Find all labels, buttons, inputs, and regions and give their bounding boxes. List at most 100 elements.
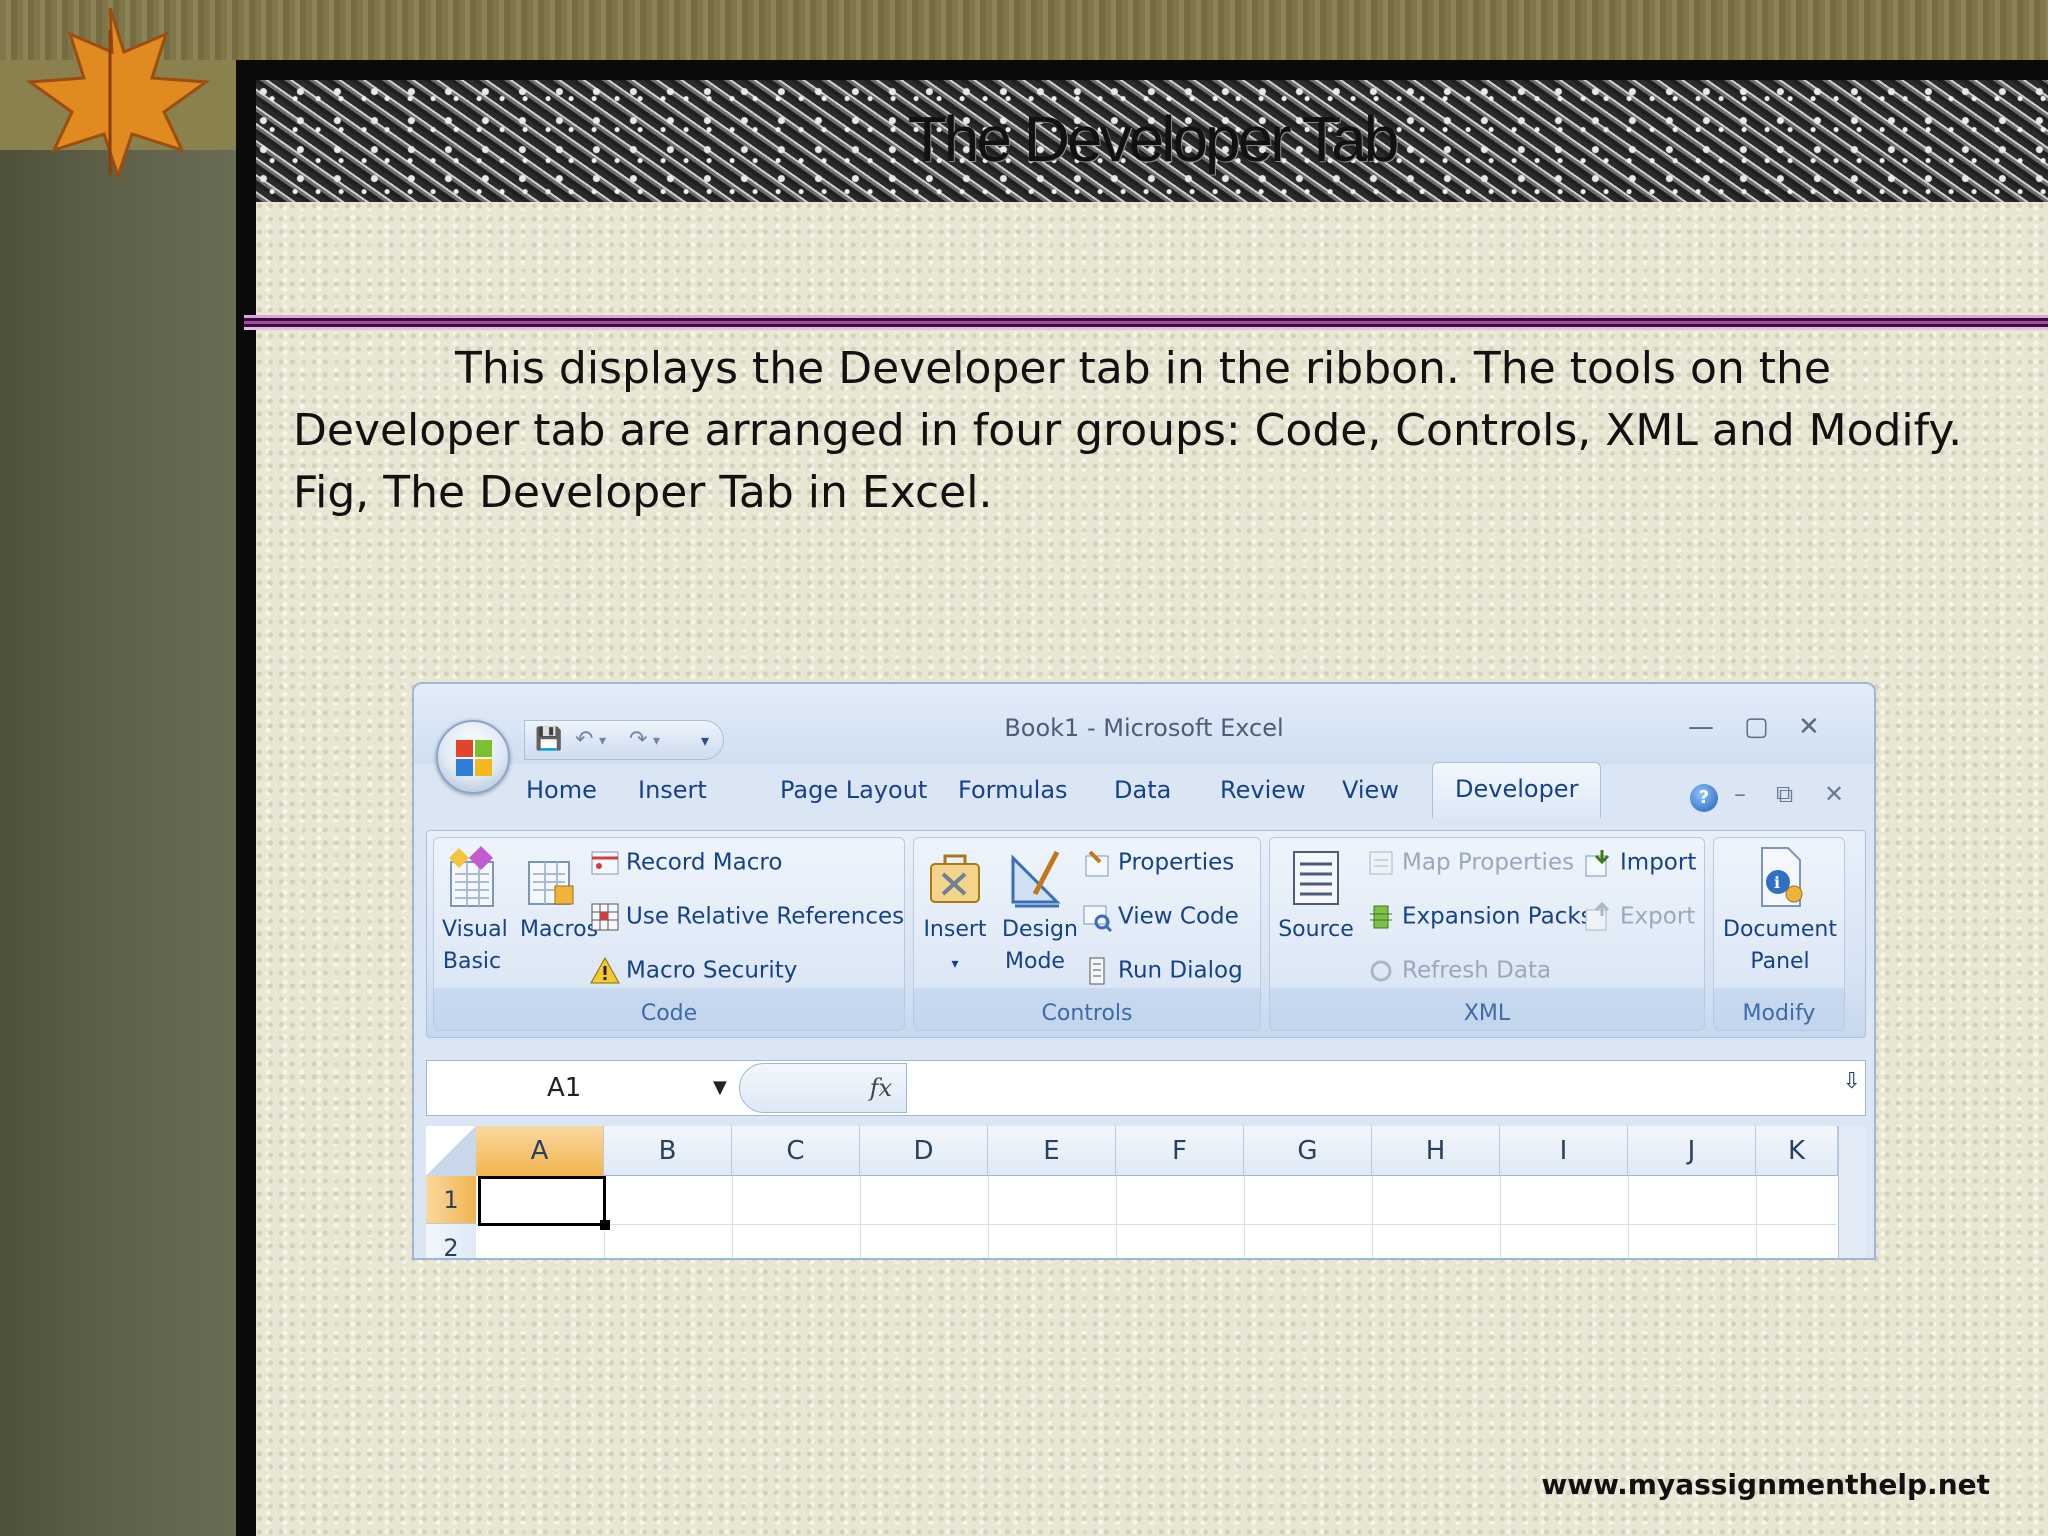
column-header-f[interactable]: F: [1116, 1126, 1244, 1176]
refresh-data-button[interactable]: Refresh Data: [1366, 956, 1551, 986]
column-header-j[interactable]: J: [1628, 1126, 1756, 1176]
source-button[interactable]: Source: [1278, 844, 1354, 946]
help-icon[interactable]: ?: [1690, 784, 1718, 812]
column-gridline: [1372, 1176, 1373, 1258]
design-mode-icon: [1011, 850, 1061, 908]
record-macro-button[interactable]: Record Macro: [590, 848, 782, 878]
active-cell-a1[interactable]: [478, 1176, 606, 1226]
expansion-packs-button[interactable]: Expansion Packs: [1366, 902, 1593, 932]
left-decorative-band: [0, 60, 240, 1536]
design-mode-button[interactable]: Design Mode: [1002, 844, 1078, 978]
import-button[interactable]: Import: [1584, 848, 1696, 878]
column-header-b[interactable]: B: [604, 1126, 732, 1176]
tab-formulas[interactable]: Formulas: [958, 776, 1068, 804]
expansion-packs-icon: [1370, 905, 1392, 929]
warning-icon: [590, 956, 620, 984]
record-macro-icon: [591, 851, 619, 875]
code-group: Visual Basic Macros Record Macro Use Rel…: [433, 837, 905, 1031]
properties-icon: [1085, 850, 1109, 877]
row-header-2[interactable]: 2: [426, 1224, 476, 1258]
column-header-d[interactable]: D: [860, 1126, 988, 1176]
map-properties-icon: [1369, 851, 1393, 875]
workbook-restore-icon[interactable]: ⧉: [1776, 780, 1793, 808]
formula-bar: A1 ▼ fx ⇩: [426, 1060, 1866, 1116]
visual-basic-label-1: Visual: [442, 917, 508, 942]
insert-function-area: fx: [739, 1063, 907, 1113]
column-gridline: [1628, 1176, 1629, 1258]
close-icon[interactable]: ✕: [1798, 712, 1820, 742]
workbook-minimize-icon[interactable]: –: [1734, 780, 1746, 808]
excel-window-title: Book1 - Microsoft Excel: [1004, 714, 1284, 742]
title-divider: [244, 315, 2048, 333]
name-box-dropdown-icon[interactable]: ▼: [713, 1077, 727, 1098]
visual-basic-label-2: Basic: [442, 949, 502, 974]
view-code-icon: [1083, 905, 1112, 932]
minimize-icon[interactable]: —: [1688, 712, 1714, 742]
column-gridline: [732, 1176, 733, 1258]
visual-basic-button[interactable]: Visual Basic: [442, 844, 508, 978]
macro-security-button[interactable]: Macro Security: [590, 956, 797, 986]
insert-control-label: Insert: [923, 917, 987, 942]
insert-dropdown-icon: ▾: [951, 956, 959, 972]
svg-text:i: i: [1774, 873, 1780, 892]
column-header-k[interactable]: K: [1756, 1126, 1838, 1176]
vertical-scrollbar[interactable]: [1838, 1126, 1866, 1258]
document-panel-icon: i: [1761, 847, 1803, 907]
worksheet-grid: A B C D E F G H I J K 1 2: [426, 1126, 1866, 1258]
column-header-g[interactable]: G: [1244, 1126, 1372, 1176]
controls-group-label: Controls: [1041, 1001, 1133, 1026]
macros-label: Macros: [520, 917, 599, 942]
visual-basic-icon: [449, 846, 494, 907]
row-header-1[interactable]: 1: [426, 1176, 476, 1224]
tab-home[interactable]: Home: [526, 776, 597, 804]
fill-handle[interactable]: [600, 1220, 610, 1230]
expand-formula-bar-icon[interactable]: ⇩: [1843, 1069, 1861, 1094]
column-header-e[interactable]: E: [988, 1126, 1116, 1176]
tab-insert[interactable]: Insert: [638, 776, 707, 804]
source-label: Source: [1278, 917, 1354, 942]
modify-group: i Document Panel Modify: [1713, 837, 1845, 1031]
refresh-data-icon: [1370, 960, 1392, 982]
slide-title: The Developer Tab: [907, 103, 1400, 175]
excel-window-screenshot: 💾 ↶ ▾ ↷ ▾ ▾ Book1 - Microsoft Excel — ▢ …: [412, 682, 1876, 1260]
workbook-close-icon[interactable]: ✕: [1824, 780, 1844, 808]
export-button[interactable]: Export: [1584, 902, 1695, 932]
map-properties-button[interactable]: Map Properties: [1366, 848, 1574, 878]
run-dialog-icon: [1089, 957, 1105, 985]
column-gridline: [1244, 1176, 1245, 1258]
developer-ribbon: Visual Basic Macros Record Macro Use Rel…: [426, 830, 1866, 1038]
tab-data[interactable]: Data: [1114, 776, 1171, 804]
xml-group: Source Map Properties Expansion Packs Re…: [1269, 837, 1705, 1031]
column-header-c[interactable]: C: [732, 1126, 860, 1176]
column-header-a[interactable]: A: [476, 1126, 604, 1176]
modify-group-label: Modify: [1742, 1001, 1816, 1026]
xml-group-label: XML: [1463, 1001, 1511, 1026]
column-header-h[interactable]: H: [1372, 1126, 1500, 1176]
design-mode-label-1: Design: [1002, 917, 1078, 942]
document-panel-label-2: Panel: [1750, 949, 1810, 974]
document-panel-label-1: Document: [1723, 917, 1837, 942]
maximize-icon[interactable]: ▢: [1744, 712, 1769, 742]
tab-developer[interactable]: Developer: [1432, 762, 1602, 818]
view-code-button[interactable]: View Code: [1082, 902, 1239, 932]
properties-button[interactable]: Properties: [1082, 848, 1234, 878]
tab-view[interactable]: View: [1342, 776, 1399, 804]
fx-icon[interactable]: fx: [870, 1074, 892, 1102]
tab-page-layout[interactable]: Page Layout: [780, 776, 927, 804]
document-panel-button[interactable]: i Document Panel: [1722, 844, 1838, 978]
use-relative-references-button[interactable]: Use Relative References: [590, 902, 904, 932]
column-gridline: [860, 1176, 861, 1258]
name-box[interactable]: A1: [427, 1061, 747, 1115]
macros-button[interactable]: Macros: [520, 844, 598, 946]
column-header-i[interactable]: I: [1500, 1126, 1628, 1176]
row-gridline: [476, 1224, 1836, 1225]
tab-review[interactable]: Review: [1220, 776, 1306, 804]
column-gridline: [1500, 1176, 1501, 1258]
office-button[interactable]: [436, 720, 510, 794]
run-dialog-button[interactable]: Run Dialog: [1082, 956, 1243, 986]
insert-control-button[interactable]: Insert ▾: [922, 844, 988, 980]
export-icon: [1585, 902, 1610, 931]
select-all-corner[interactable]: [426, 1126, 476, 1176]
column-gridline: [1116, 1176, 1117, 1258]
toolbox-icon: [930, 854, 980, 903]
